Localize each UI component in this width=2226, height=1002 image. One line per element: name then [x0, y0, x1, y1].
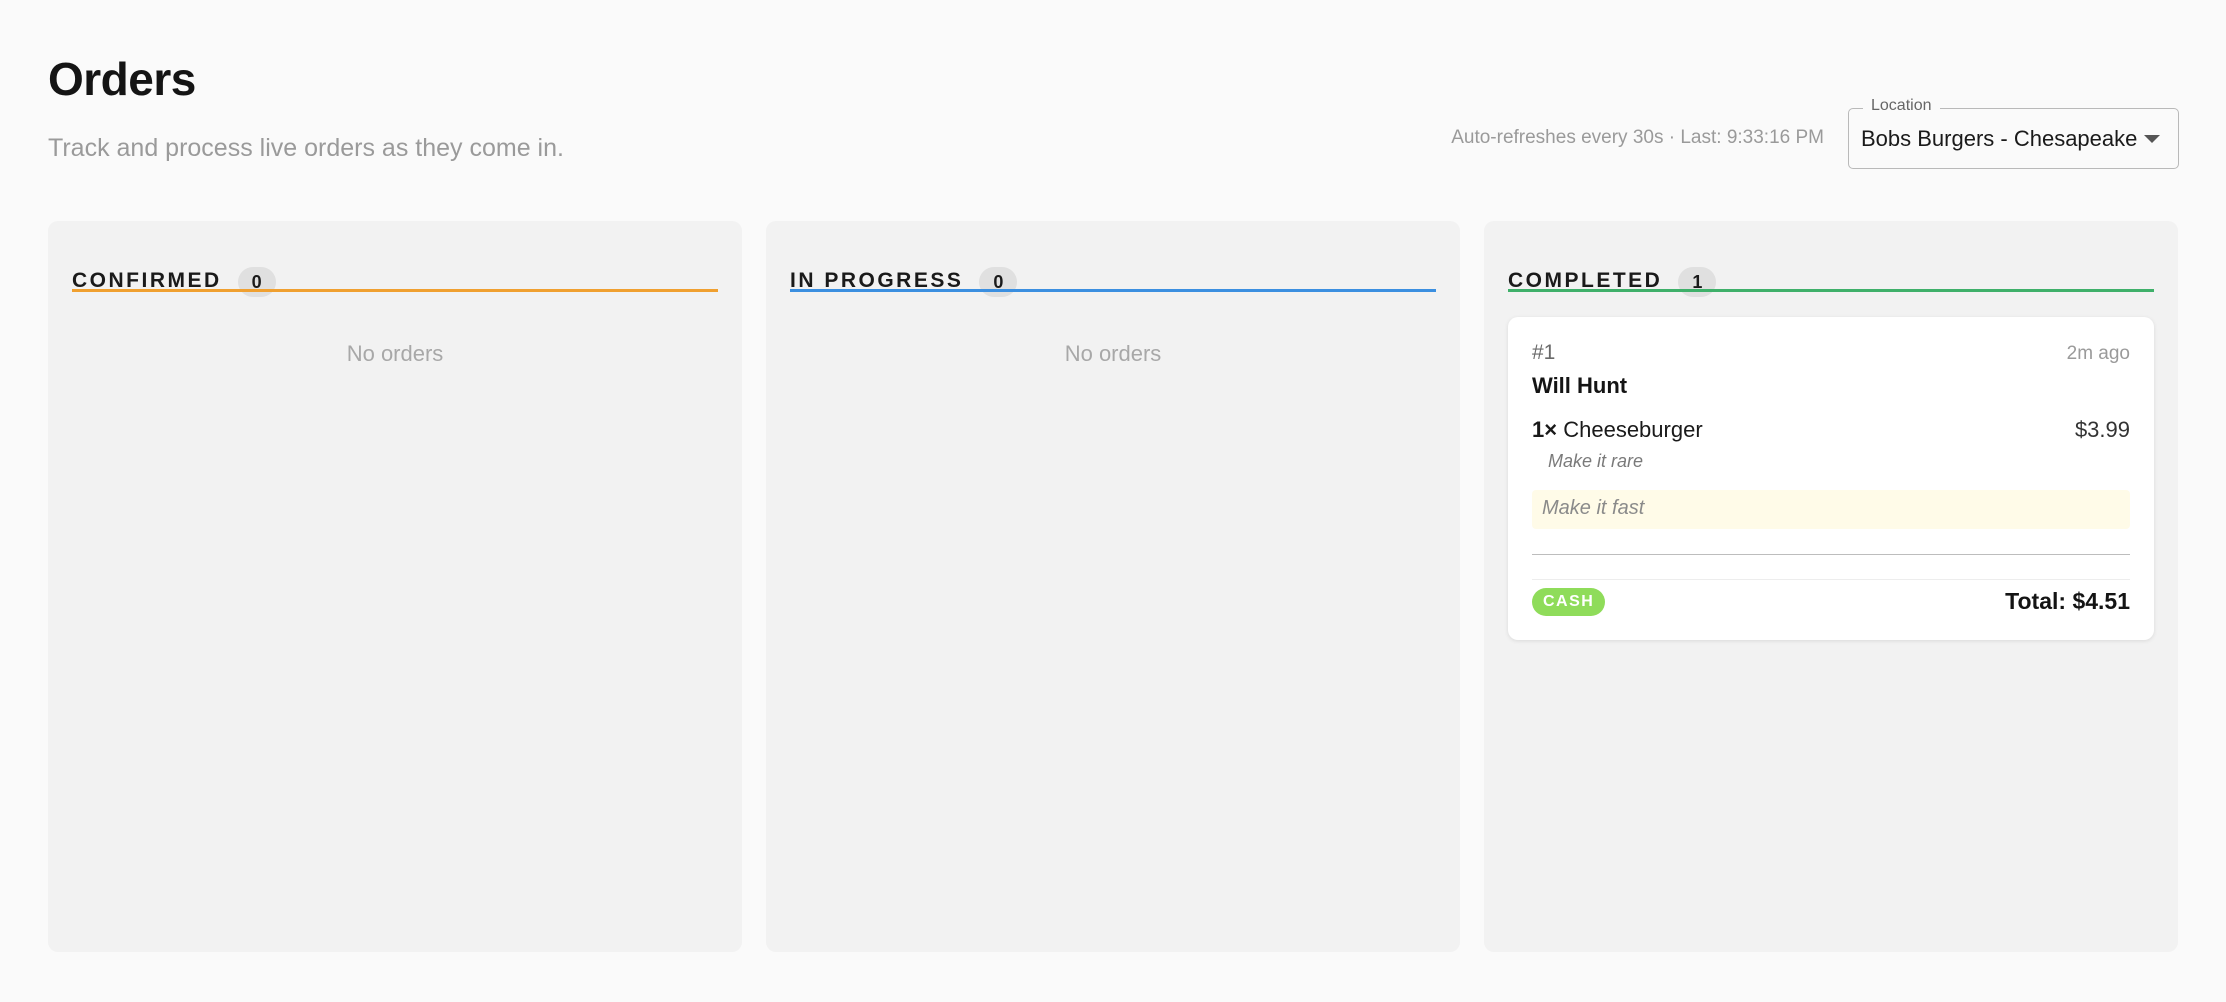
chevron-down-icon — [2144, 135, 2160, 143]
column-count-badge: 0 — [979, 267, 1018, 297]
order-card[interactable]: #1 2m ago Will Hunt 1× Cheeseburger $3.9… — [1508, 317, 2154, 640]
column-header: IN PROGRESS 0 — [790, 245, 1436, 315]
order-number: #1 — [1532, 341, 1556, 364]
item-quantity: 1× — [1532, 417, 1558, 442]
column-accent-line — [1508, 289, 2154, 292]
order-customer-name: Will Hunt — [1532, 373, 1628, 398]
location-select[interactable]: Location Bobs Burgers - Chesapeake — [1848, 97, 2179, 169]
column-confirmed: CONFIRMED 0 No orders — [48, 221, 742, 952]
orders-page: Orders Track and process live orders as … — [0, 0, 2226, 1002]
page-title: Orders — [48, 53, 196, 105]
column-accent-line — [72, 289, 718, 292]
item-note: Make it rare — [1548, 451, 1644, 471]
order-note: Make it fast — [1532, 490, 2130, 529]
column-header: CONFIRMED 0 — [72, 245, 718, 315]
column-completed: COMPLETED 1 #1 2m ago Will Hunt 1× Chees… — [1484, 221, 2178, 952]
card-divider — [1532, 554, 2130, 580]
refresh-status: Auto-refreshes every 30s · Last: 9:33:16… — [1451, 127, 1824, 148]
order-item-row: 1× Cheeseburger $3.99 — [1532, 417, 2130, 443]
order-time-ago: 2m ago — [2066, 343, 2130, 364]
empty-state: No orders — [1064, 341, 1162, 366]
item-price: $3.99 — [2074, 417, 2130, 442]
item-name: Cheeseburger — [1563, 417, 1703, 442]
order-total: Total: $4.51 — [2005, 588, 2130, 614]
column-header: COMPLETED 1 — [1508, 245, 2154, 315]
column-in-progress: IN PROGRESS 0 No orders — [766, 221, 1460, 952]
payment-method-badge: CASH — [1532, 588, 1606, 616]
column-count-badge: 1 — [1678, 267, 1717, 297]
column-count-badge: 0 — [237, 267, 276, 297]
location-value: Bobs Burgers - Chesapeake — [1861, 126, 2138, 151]
column-accent-line — [790, 289, 1436, 292]
location-label: Location — [1863, 97, 1940, 115]
page-subtitle: Track and process live orders as they co… — [48, 134, 564, 162]
empty-state: No orders — [346, 341, 444, 366]
